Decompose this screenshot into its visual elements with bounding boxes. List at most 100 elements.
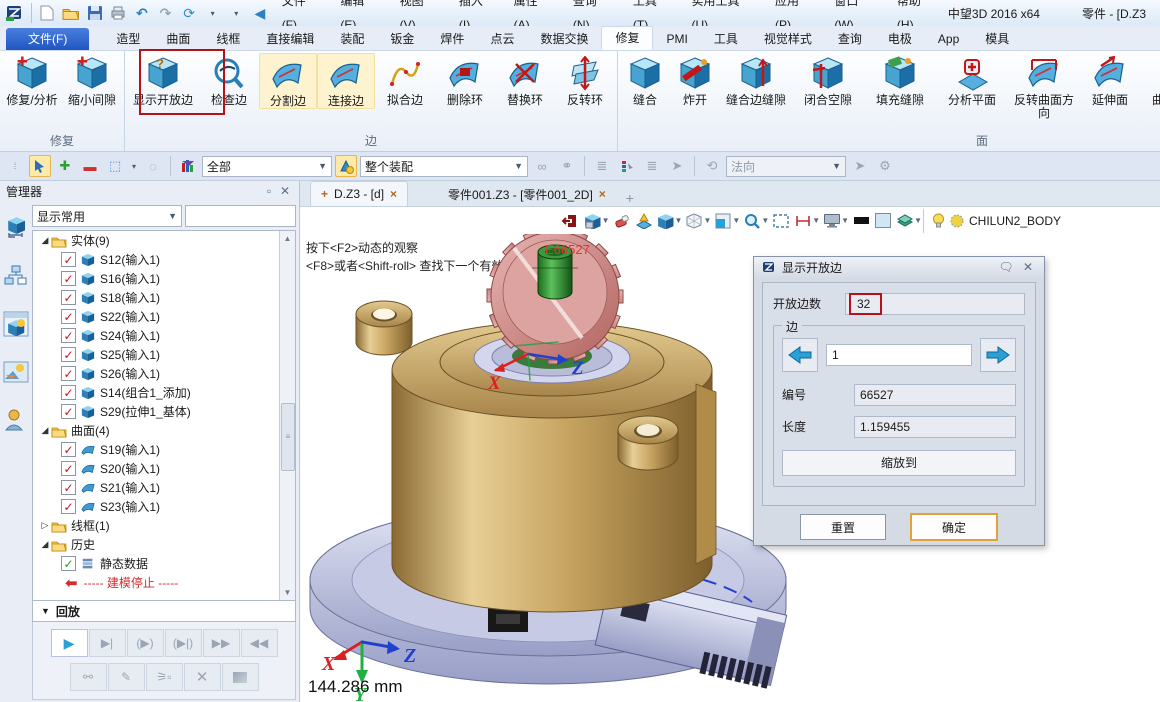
tool-reverse-loop[interactable]: 反转环 — [555, 53, 615, 107]
tree-item-s12[interactable]: ✓S12(输入1) — [33, 250, 280, 269]
regen-dropdown-icon[interactable]: ▾ — [202, 3, 224, 23]
tree-item-s24[interactable]: ✓S24(输入1) — [33, 326, 280, 345]
ribbon-tab-mold[interactable]: 模具 — [972, 28, 1022, 50]
checkbox-checked-red[interactable]: ✓ — [61, 271, 76, 286]
prev-edge-button[interactable] — [782, 338, 818, 372]
ribbon-tab-surface[interactable]: 曲面 — [153, 28, 203, 50]
dimension-icon[interactable] — [792, 210, 814, 232]
tree-item-s23[interactable]: ✓S23(输入1) — [33, 497, 280, 516]
checkbox-checked-red[interactable]: ✓ — [61, 366, 76, 381]
ok-button[interactable]: 确定 — [910, 513, 998, 541]
render-manager-icon[interactable] — [3, 359, 29, 385]
replay-walk-button[interactable]: ⚞▫ — [146, 663, 183, 691]
toolbar-grip[interactable]: ⁞ — [4, 155, 26, 177]
tool-check-edge[interactable]: 检查边 — [199, 53, 259, 107]
rotate-mode-icon[interactable]: ⟲ — [701, 155, 723, 177]
background-color-swatch[interactable] — [872, 210, 894, 232]
view-orient-dropdown-icon[interactable]: ▼ — [732, 216, 740, 225]
tree-item-s25[interactable]: ✓S25(输入1) — [33, 345, 280, 364]
ribbon-tab-data-exchange[interactable]: 数据交换 — [527, 28, 601, 50]
tree-item-s20[interactable]: ✓S20(输入1) — [33, 459, 280, 478]
pick-arrow-icon[interactable] — [29, 155, 51, 177]
ribbon-tab-pmi[interactable]: PMI — [653, 28, 700, 50]
tool-fit-edge[interactable]: 拟合边 — [375, 53, 435, 107]
tool-delete-loop[interactable]: 删除环 — [435, 53, 495, 107]
checkbox-checked-green[interactable]: ✓ — [61, 556, 76, 571]
tree-item-s16[interactable]: ✓S16(输入1) — [33, 269, 280, 288]
replay-link-button[interactable]: ⚯ — [70, 663, 107, 691]
tree-item-s22[interactable]: ✓S22(输入1) — [33, 307, 280, 326]
tree-scrollbar[interactable]: ▲ ≡ ▼ — [279, 231, 295, 600]
dialog-comment-icon[interactable]: 🗨 — [998, 260, 1014, 274]
tool-explode[interactable]: 炸开 — [670, 53, 720, 107]
replay-delete-button[interactable]: ✕ — [184, 663, 221, 691]
role-manager-icon[interactable] — [3, 407, 29, 433]
ribbon-file-tab[interactable]: 文件(F) — [6, 28, 89, 50]
lasso-pick-icon[interactable]: ◌ — [142, 155, 164, 177]
tool-replace-loop[interactable]: 替换环 — [495, 53, 555, 107]
tree-folder-history[interactable]: ◢历史 — [33, 535, 280, 554]
ribbon-tab-sheet-metal[interactable]: 钣金 — [377, 28, 427, 50]
scroll-thumb[interactable]: ≡ — [281, 403, 295, 471]
tree-item-s18[interactable]: ✓S18(输入1) — [33, 288, 280, 307]
tool-analyze-plane[interactable]: 分析平面 — [936, 53, 1008, 107]
layer-color-icon[interactable] — [950, 214, 964, 228]
redo-icon[interactable]: ↷ — [155, 3, 177, 23]
tool-show-open-edges[interactable]: ? 显示开放边 — [127, 53, 199, 107]
tool-sew[interactable]: 缝合 — [620, 53, 670, 107]
eraser-icon[interactable] — [611, 210, 633, 232]
tree-item-s26[interactable]: ✓S26(输入1) — [33, 364, 280, 383]
checkbox-checked-red[interactable]: ✓ — [61, 252, 76, 267]
wireframe-view-icon[interactable] — [683, 210, 705, 232]
gear-cursor-icon[interactable]: ⚙ — [874, 155, 896, 177]
tool-heal-analyze[interactable]: ✚ 修复/分析 — [2, 53, 62, 107]
ribbon-tab-repair[interactable]: 修复 — [601, 26, 653, 50]
ribbon-tab-assembly[interactable]: 装配 — [327, 28, 377, 50]
history-manager-icon[interactable] — [3, 215, 29, 241]
ref-open-icon[interactable]: ∞ — [531, 155, 553, 177]
layer-dropdown-icon[interactable]: ▼ — [914, 216, 922, 225]
checkbox-checked-red[interactable]: ✓ — [61, 347, 76, 362]
undo-icon[interactable]: ↶ — [131, 3, 153, 23]
wireframe-view-dropdown-icon[interactable]: ▼ — [703, 216, 711, 225]
filter-colors-icon[interactable] — [177, 155, 199, 177]
view-orient-icon[interactable] — [712, 210, 734, 232]
tool-extend-face[interactable]: 延伸面 — [1080, 53, 1140, 107]
checkbox-checked-red[interactable]: ✓ — [61, 328, 76, 343]
zoom-dropdown-icon[interactable]: ▼ — [761, 216, 769, 225]
ribbon-tab-inquire[interactable]: 查询 — [825, 28, 875, 50]
layer-manager-icon[interactable] — [894, 210, 916, 232]
save-icon[interactable] — [84, 3, 106, 23]
shaded-view-icon[interactable] — [655, 210, 677, 232]
tool-fill-gap[interactable]: 填充缝隙 — [864, 53, 936, 107]
render-mode-icon[interactable] — [582, 210, 604, 232]
manager-restore-icon[interactable]: ▫ — [261, 184, 277, 198]
scroll-down-icon[interactable]: ▼ — [280, 585, 295, 600]
tree-search-input[interactable] — [185, 205, 296, 227]
exit-input-icon[interactable] — [560, 210, 582, 232]
ribbon-tab-tools[interactable]: 工具 — [701, 28, 751, 50]
tree-item-s19[interactable]: ✓S19(输入1) — [33, 440, 280, 459]
align-plane-icon[interactable] — [633, 210, 655, 232]
dimension-dropdown-icon[interactable]: ▼ — [812, 216, 820, 225]
replay-edit-button[interactable]: ✎ — [108, 663, 145, 691]
tool-close-gap[interactable]: 闭合空隙 — [792, 53, 864, 107]
tree-folder-surfaces[interactable]: ◢曲面(4) — [33, 421, 280, 440]
pick-last-icon[interactable] — [335, 155, 357, 177]
ribbon-tab-app[interactable]: App — [925, 28, 972, 50]
next-edge-button[interactable] — [980, 338, 1016, 372]
print-icon[interactable] — [107, 3, 129, 23]
tool-sew-edge-gap[interactable]: 缝合边缝隙 — [720, 53, 792, 107]
ribbon-tab-visualize[interactable]: 视觉样式 — [751, 28, 825, 50]
tree-item-s14[interactable]: ✓S14(组合1_添加) — [33, 383, 280, 402]
checkbox-checked-red[interactable]: ✓ — [61, 480, 76, 495]
dialog-close-icon[interactable]: ✕ — [1020, 260, 1036, 274]
scroll-up-icon[interactable]: ▲ — [280, 231, 295, 246]
show-open-edges-dialog[interactable]: 显示开放边 🗨 ✕ 开放边数 32 边 1 — [753, 256, 1045, 546]
assembly-manager-icon[interactable] — [3, 263, 29, 289]
filter-select[interactable]: 全部▼ — [202, 156, 332, 177]
display-mode-icon[interactable] — [821, 210, 843, 232]
scope-select[interactable]: 整个装配▼ — [360, 156, 528, 177]
replay-fast-forward-button[interactable]: ▶▶ — [203, 629, 240, 657]
tab-close-icon[interactable]: × — [390, 187, 397, 201]
